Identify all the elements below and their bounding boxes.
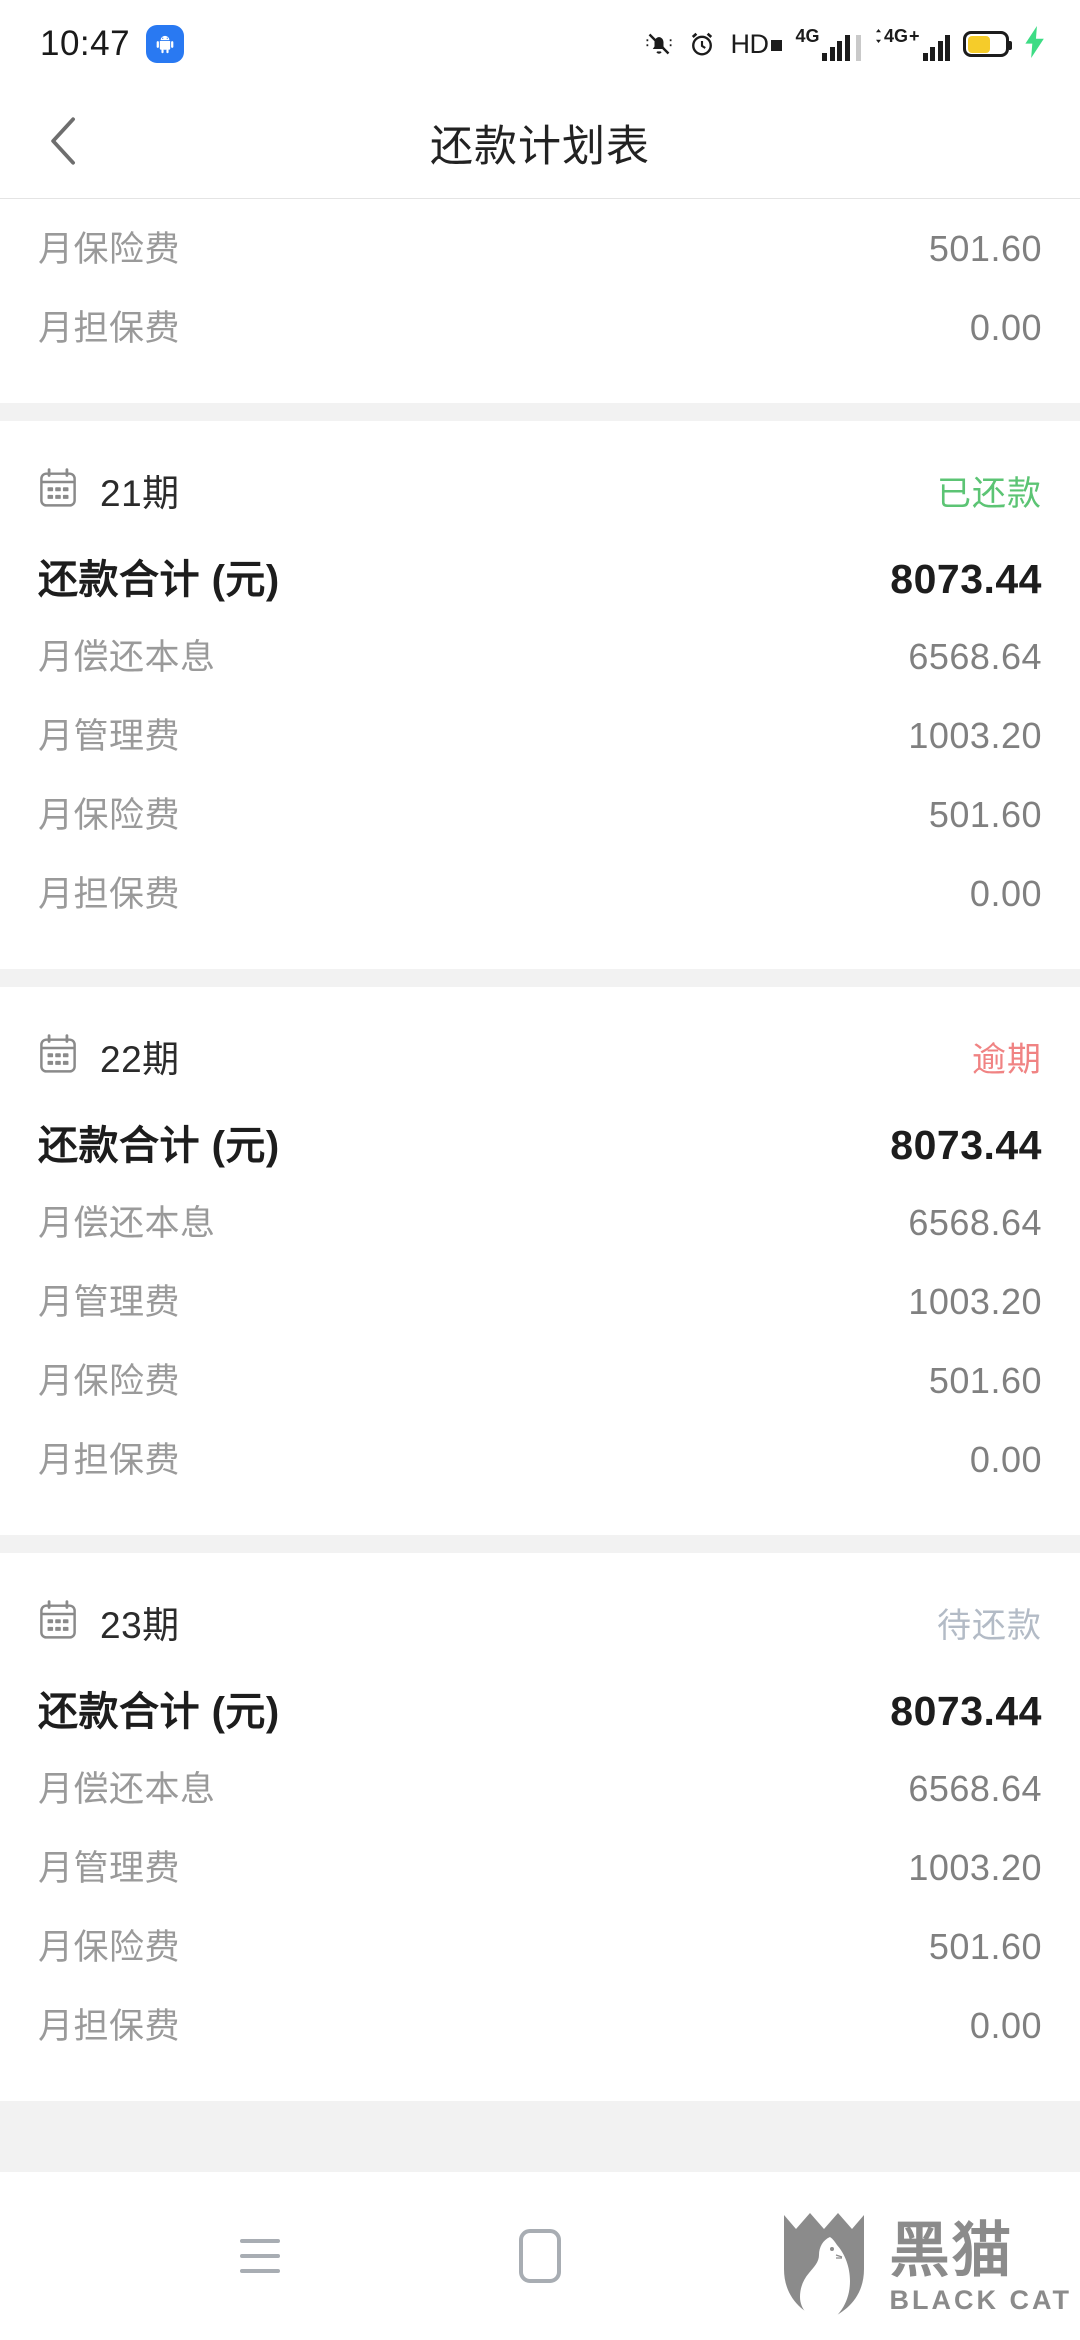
charging-bolt-icon bbox=[1024, 25, 1046, 63]
fee-value: 501.60 bbox=[928, 794, 1042, 835]
fee-value: 0.00 bbox=[969, 873, 1042, 914]
fee-label: 月保险费 bbox=[38, 1362, 181, 1401]
period-group: 21期 bbox=[38, 463, 180, 517]
fee-row: 月保险费 501.60 bbox=[38, 207, 1042, 286]
fee-label: 月偿还本息 bbox=[38, 638, 216, 677]
black-cat-shield-logo bbox=[768, 2207, 880, 2330]
signal-4g-plus-icon: 4G + bbox=[874, 27, 950, 61]
alarm-clock-icon bbox=[687, 29, 717, 59]
fee-label: 月管理费 bbox=[38, 1849, 181, 1888]
black-cat-watermark: 黑猫 BLACK CAT bbox=[768, 2207, 1072, 2330]
home-square-icon bbox=[519, 2229, 561, 2283]
installment-card-23[interactable]: 23期 待还款 还款合计 (元) 8073.44 月偿还本息 6568.64 月… bbox=[0, 1553, 1080, 2101]
fee-row: 月保险费 501.60 bbox=[38, 1905, 1042, 1984]
back-button[interactable] bbox=[24, 103, 104, 183]
mute-vibrate-icon bbox=[644, 29, 674, 59]
installment-card-header: 22期 逾期 bbox=[38, 987, 1042, 1097]
period-group: 23期 bbox=[38, 1595, 180, 1649]
fee-label: 月偿还本息 bbox=[38, 1770, 216, 1809]
fee-label: 月保险费 bbox=[38, 1928, 181, 1967]
calendar-icon bbox=[38, 1033, 78, 1080]
installment-card-header: 21期 已还款 bbox=[38, 421, 1042, 531]
installment-card-21[interactable]: 21期 已还款 还款合计 (元) 8073.44 月偿还本息 6568.64 月… bbox=[0, 421, 1080, 969]
fee-value: 501.60 bbox=[928, 1926, 1042, 1967]
hd-voice-icon: HD bbox=[730, 29, 783, 60]
calendar-icon bbox=[38, 467, 78, 514]
fee-value: 6568.64 bbox=[908, 1768, 1042, 1809]
home-button[interactable] bbox=[480, 2206, 600, 2306]
chevron-left-icon bbox=[41, 112, 87, 175]
total-label: 还款合计 (元) bbox=[38, 558, 280, 602]
fee-row: 月偿还本息 6568.64 bbox=[38, 1747, 1042, 1826]
fee-label: 月担保费 bbox=[38, 875, 181, 914]
period-group: 22期 bbox=[38, 1029, 180, 1083]
fee-row: 月担保费 0.00 bbox=[38, 286, 1042, 365]
total-row: 还款合计 (元) 8073.44 bbox=[38, 1097, 1042, 1181]
fee-value: 0.00 bbox=[969, 1439, 1042, 1480]
fee-row: 月担保费 0.00 bbox=[38, 1418, 1042, 1497]
menu-recents-icon bbox=[240, 2239, 280, 2273]
fee-value: 0.00 bbox=[969, 2005, 1042, 2046]
fee-row: 月担保费 0.00 bbox=[38, 1984, 1042, 2063]
total-label: 还款合计 (元) bbox=[38, 1690, 280, 1734]
status-bar-clock: 10:47 bbox=[40, 24, 131, 63]
fee-label: 月担保费 bbox=[38, 309, 181, 348]
total-value: 8073.44 bbox=[890, 556, 1042, 602]
recents-button[interactable] bbox=[200, 2206, 320, 2306]
fee-label: 月偿还本息 bbox=[38, 1204, 216, 1243]
battery-charging-icon bbox=[963, 31, 1012, 57]
signal-4g-icon: 4G bbox=[795, 27, 861, 61]
fee-row: 月担保费 0.00 bbox=[38, 852, 1042, 931]
fee-value: 1003.20 bbox=[908, 1281, 1042, 1322]
installment-card-partial[interactable]: 月保险费 501.60 月担保费 0.00 bbox=[0, 199, 1080, 403]
period-label: 21期 bbox=[100, 473, 180, 514]
period-label: 23期 bbox=[100, 1605, 180, 1646]
fee-value: 6568.64 bbox=[908, 1202, 1042, 1243]
fee-value: 1003.20 bbox=[908, 715, 1042, 756]
fee-label: 月担保费 bbox=[38, 2007, 181, 2046]
total-label: 还款合计 (元) bbox=[38, 1124, 280, 1168]
fee-label: 月管理费 bbox=[38, 1283, 181, 1322]
page-title: 还款计划表 bbox=[430, 123, 650, 171]
fee-value: 0.00 bbox=[969, 307, 1042, 348]
status-badge: 逾期 bbox=[972, 1040, 1042, 1079]
total-value: 8073.44 bbox=[890, 1122, 1042, 1168]
app-header: 还款计划表 bbox=[0, 88, 1080, 199]
installment-card-22[interactable]: 22期 逾期 还款合计 (元) 8073.44 月偿还本息 6568.64 月管… bbox=[0, 987, 1080, 1535]
installment-card-header: 23期 待还款 bbox=[38, 1553, 1042, 1663]
fee-row: 月偿还本息 6568.64 bbox=[38, 1181, 1042, 1260]
fee-row: 月管理费 1003.20 bbox=[38, 1260, 1042, 1339]
total-value: 8073.44 bbox=[890, 1688, 1042, 1734]
fee-value: 501.60 bbox=[928, 228, 1042, 269]
fee-row: 月保险费 501.60 bbox=[38, 1339, 1042, 1418]
total-row: 还款合计 (元) 8073.44 bbox=[38, 531, 1042, 615]
fee-value: 6568.64 bbox=[908, 636, 1042, 677]
total-row: 还款合计 (元) 8073.44 bbox=[38, 1663, 1042, 1747]
fee-row: 月保险费 501.60 bbox=[38, 773, 1042, 852]
fee-value: 501.60 bbox=[928, 1360, 1042, 1401]
installment-list[interactable]: 月保险费 501.60 月担保费 0.00 21期 已还款 还款合计 (元) 8… bbox=[0, 199, 1080, 2173]
fee-row: 月管理费 1003.20 bbox=[38, 1826, 1042, 1905]
fee-label: 月保险费 bbox=[38, 796, 181, 835]
calendar-icon bbox=[38, 1599, 78, 1646]
android-robot-icon bbox=[146, 25, 185, 63]
status-bar-right: HD 4G 4G + bbox=[644, 25, 1046, 63]
status-badge: 已还款 bbox=[937, 474, 1042, 513]
watermark-name-en: BLACK CAT bbox=[889, 2284, 1072, 2315]
fee-label: 月担保费 bbox=[38, 1441, 181, 1480]
fee-value: 1003.20 bbox=[908, 1847, 1042, 1888]
fee-label: 月管理费 bbox=[38, 717, 181, 756]
status-badge: 待还款 bbox=[937, 1606, 1042, 1645]
fee-row: 月偿还本息 6568.64 bbox=[38, 615, 1042, 694]
period-label: 22期 bbox=[100, 1039, 180, 1080]
status-bar-left: 10:47 bbox=[40, 24, 185, 64]
status-bar: 10:47 HD 4G 4G + bbox=[0, 0, 1080, 88]
watermark-name-cn: 黑猫 bbox=[889, 2216, 1014, 2284]
fee-row: 月管理费 1003.20 bbox=[38, 694, 1042, 773]
watermark-texts: 黑猫 BLACK CAT bbox=[889, 2216, 1072, 2316]
fee-label: 月保险费 bbox=[38, 230, 181, 269]
